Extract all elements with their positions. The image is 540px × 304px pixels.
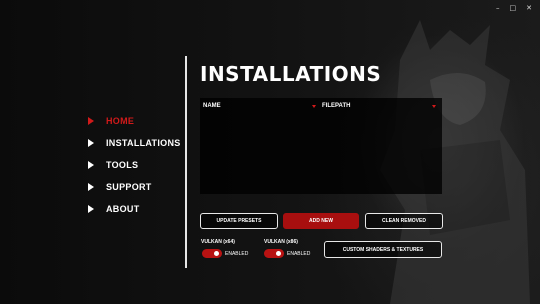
- play-triangle-icon: [88, 139, 94, 147]
- vertical-divider: [185, 56, 187, 268]
- column-header-filepath[interactable]: FILEPATH: [322, 103, 350, 109]
- nav-item-label: HOME: [106, 116, 135, 126]
- minimize-icon[interactable]: –: [496, 4, 500, 12]
- vulkan-x86-state: ENABLED: [287, 251, 311, 257]
- vulkan-x64-toggle[interactable]: [202, 249, 222, 258]
- play-triangle-icon: [88, 161, 94, 169]
- vulkan-x64-state: ENABLED: [225, 251, 249, 257]
- play-triangle-icon: [88, 205, 94, 213]
- nav-item-label: INSTALLATIONS: [106, 138, 181, 148]
- maximize-icon[interactable]: □: [510, 4, 517, 12]
- add-new-button[interactable]: ADD NEW: [283, 213, 359, 229]
- sort-caret-icon[interactable]: [432, 105, 436, 108]
- custom-shaders-button[interactable]: CUSTOM SHADERS & TEXTURES: [324, 241, 442, 258]
- toggle-knob: [214, 251, 219, 256]
- update-presets-button[interactable]: UPDATE PRESETS: [200, 213, 278, 229]
- nav-item-label: TOOLS: [106, 160, 139, 170]
- sidebar-nav: HOME INSTALLATIONS TOOLS SUPPORT ABOUT: [88, 110, 181, 220]
- nav-item-home[interactable]: HOME: [88, 110, 181, 132]
- toggle-knob: [276, 251, 281, 256]
- nav-item-about[interactable]: ABOUT: [88, 198, 181, 220]
- play-triangle-icon: [88, 183, 94, 191]
- close-icon[interactable]: ✕: [526, 4, 532, 12]
- nav-item-tools[interactable]: TOOLS: [88, 154, 181, 176]
- vulkan-x86-toggle[interactable]: [264, 249, 284, 258]
- sort-caret-icon[interactable]: [312, 105, 316, 108]
- installations-table[interactable]: NAME FILEPATH: [200, 98, 442, 194]
- nav-item-support[interactable]: SUPPORT: [88, 176, 181, 198]
- page-title: INSTALLATIONS: [200, 62, 382, 86]
- window-controls: – □ ✕: [496, 4, 532, 12]
- nav-item-label: SUPPORT: [106, 182, 152, 192]
- clean-removed-button[interactable]: CLEAN REMOVED: [365, 213, 443, 229]
- column-header-name[interactable]: NAME: [203, 103, 221, 109]
- vulkan-x86-label: VULKAN (x86): [264, 239, 298, 245]
- vulkan-x64-label: VULKAN (x64): [201, 239, 235, 245]
- nav-item-installations[interactable]: INSTALLATIONS: [88, 132, 181, 154]
- nav-item-label: ABOUT: [106, 204, 140, 214]
- play-triangle-icon: [88, 117, 94, 125]
